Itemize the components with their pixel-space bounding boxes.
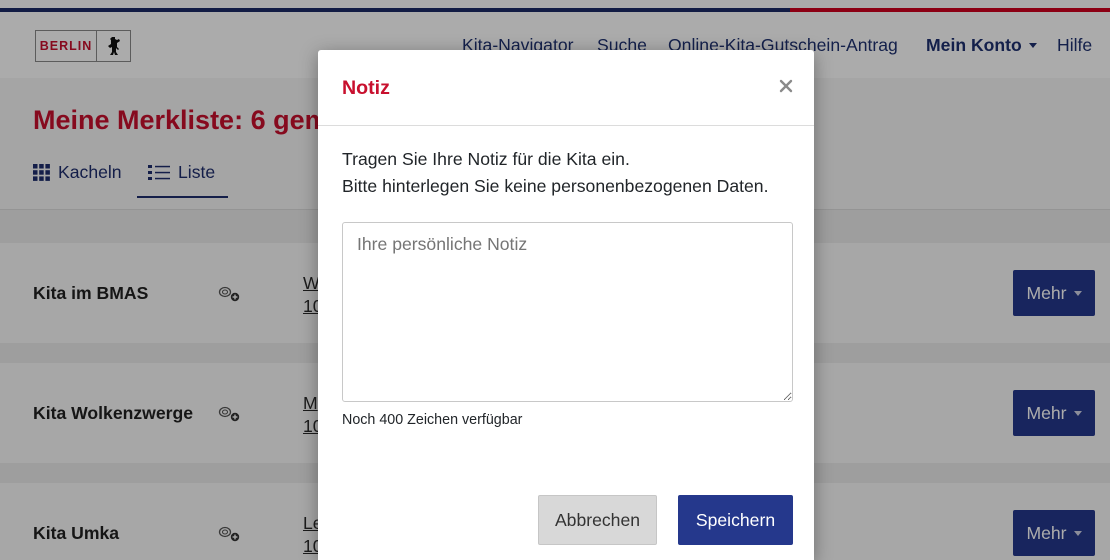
note-textarea[interactable] bbox=[342, 222, 793, 402]
modal-intro-text: Tragen Sie Ihre Notiz für die Kita ein. bbox=[342, 149, 630, 169]
modal-header: Notiz bbox=[318, 50, 814, 126]
close-icon[interactable] bbox=[779, 79, 793, 93]
modal-title: Notiz bbox=[342, 77, 390, 99]
cancel-button[interactable]: Abbrechen bbox=[538, 495, 657, 545]
char-counter: Noch 400 Zeichen verfügbar bbox=[342, 412, 523, 428]
save-button[interactable]: Speichern bbox=[678, 495, 793, 545]
modal-privacy-hint: Bitte hinterlegen Sie keine personenbezo… bbox=[342, 176, 769, 196]
note-modal: Notiz Tragen Sie Ihre Notiz für die Kita… bbox=[318, 50, 814, 560]
